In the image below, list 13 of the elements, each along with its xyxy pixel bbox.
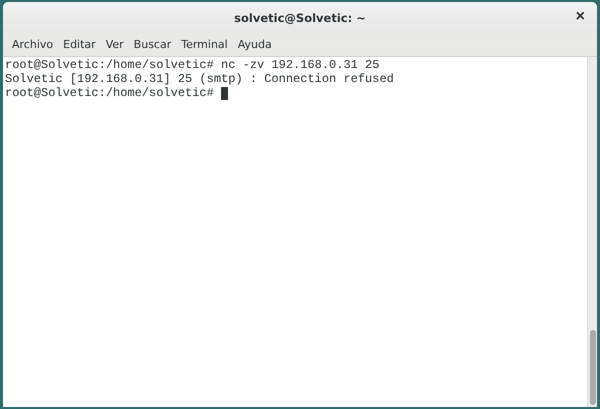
menu-item[interactable]: Archivo	[7, 38, 58, 51]
menu-item[interactable]: Ayuda	[232, 38, 277, 51]
terminal-line: root@Solvetic:/home/solvetic# nc -zv 192.168.0.31 25	[5, 58, 380, 72]
menu-item[interactable]: Ver	[100, 38, 129, 51]
scrollbar-thumb[interactable]	[590, 330, 596, 405]
menu-item[interactable]: Terminal	[176, 38, 233, 51]
menu-item[interactable]: Buscar	[128, 38, 176, 51]
scrollbar[interactable]	[587, 57, 597, 407]
terminal-line: root@Solvetic:/home/solvetic#	[5, 86, 215, 100]
terminal-line: Solvetic [192.168.0.31] 25 (smtp) : Connection refused	[5, 72, 394, 86]
window-title: solvetic@Solvetic: ~	[234, 10, 366, 24]
menu-item[interactable]: Editar	[58, 38, 101, 51]
close-button[interactable]: ×	[572, 8, 589, 26]
